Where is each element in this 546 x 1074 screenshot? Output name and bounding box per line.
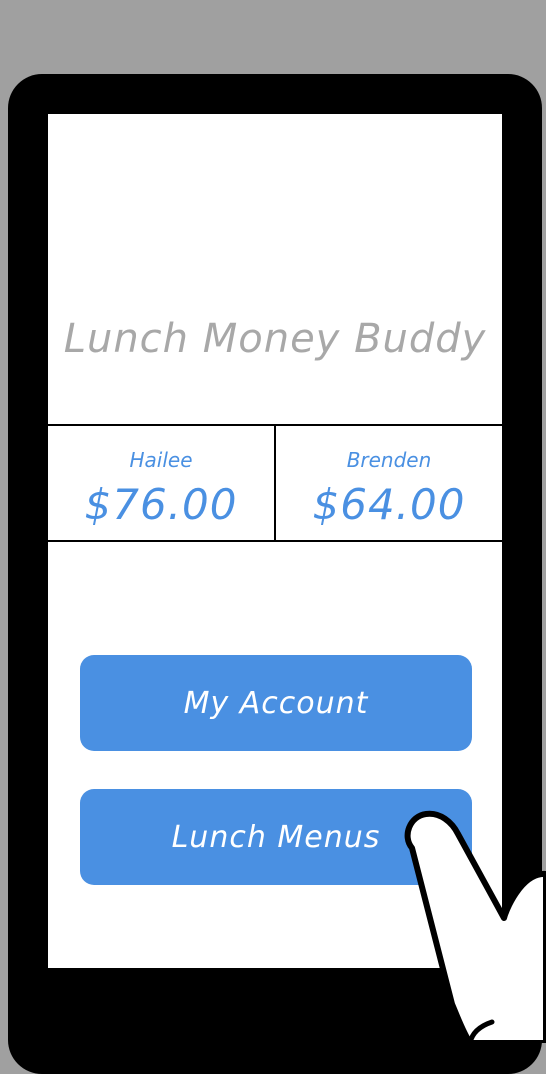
child-name: Hailee (129, 448, 193, 472)
child-balance: $76.00 (84, 480, 238, 529)
balance-card-brenden[interactable]: Brenden $64.00 (274, 426, 502, 540)
my-account-button[interactable]: My Account (80, 655, 472, 751)
app-title: Lunch Money Buddy (63, 316, 487, 362)
child-name: Brenden (346, 448, 432, 472)
child-balance: $64.00 (312, 480, 466, 529)
hand-pointer-icon (404, 810, 546, 1043)
balances-panel: Hailee $76.00 Brenden $64.00 (48, 424, 502, 542)
balance-card-hailee[interactable]: Hailee $76.00 (48, 426, 274, 540)
